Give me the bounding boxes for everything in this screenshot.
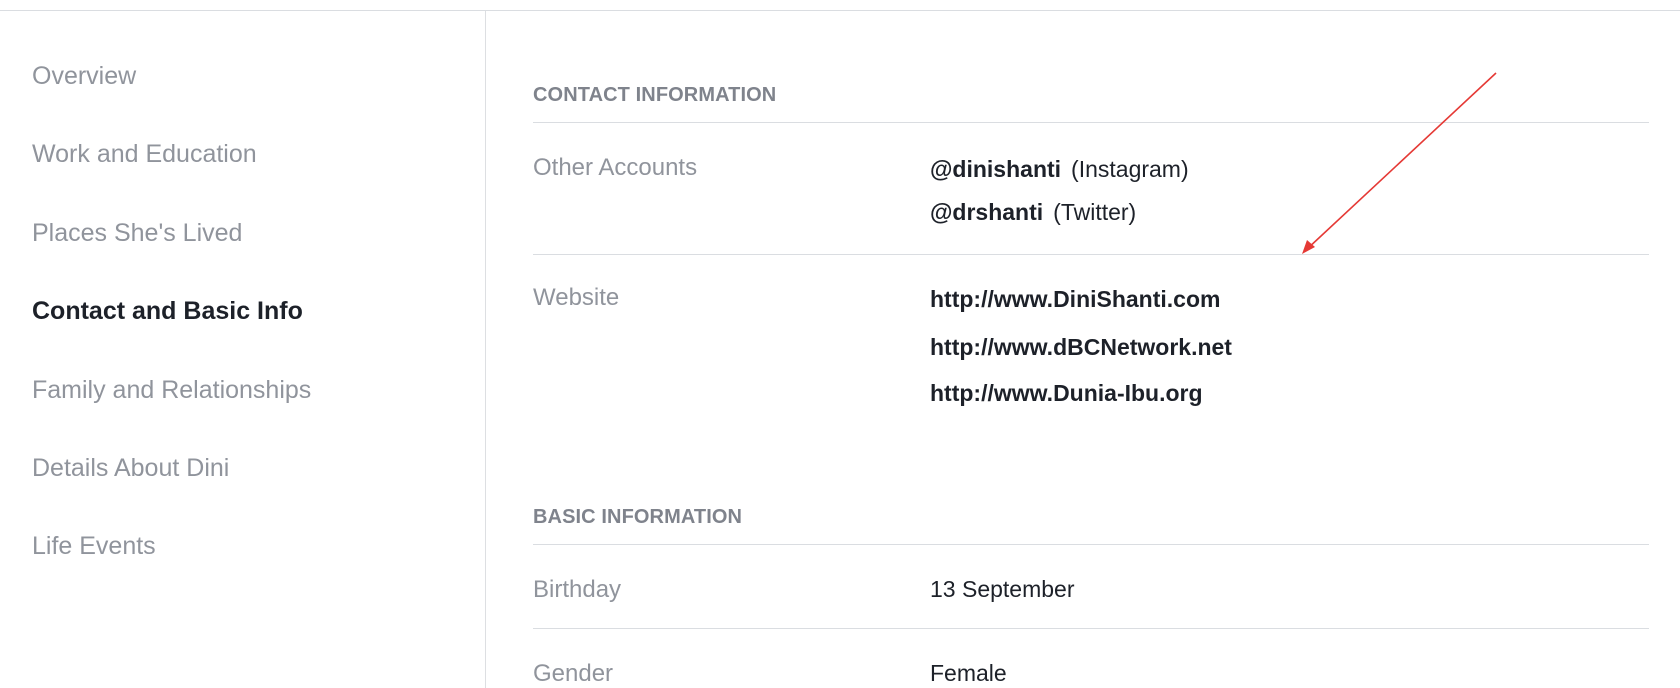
annotation-arrow-line xyxy=(1305,72,1497,251)
annotation-arrow-head xyxy=(1302,240,1315,254)
annotation-arrow xyxy=(1302,72,1497,254)
